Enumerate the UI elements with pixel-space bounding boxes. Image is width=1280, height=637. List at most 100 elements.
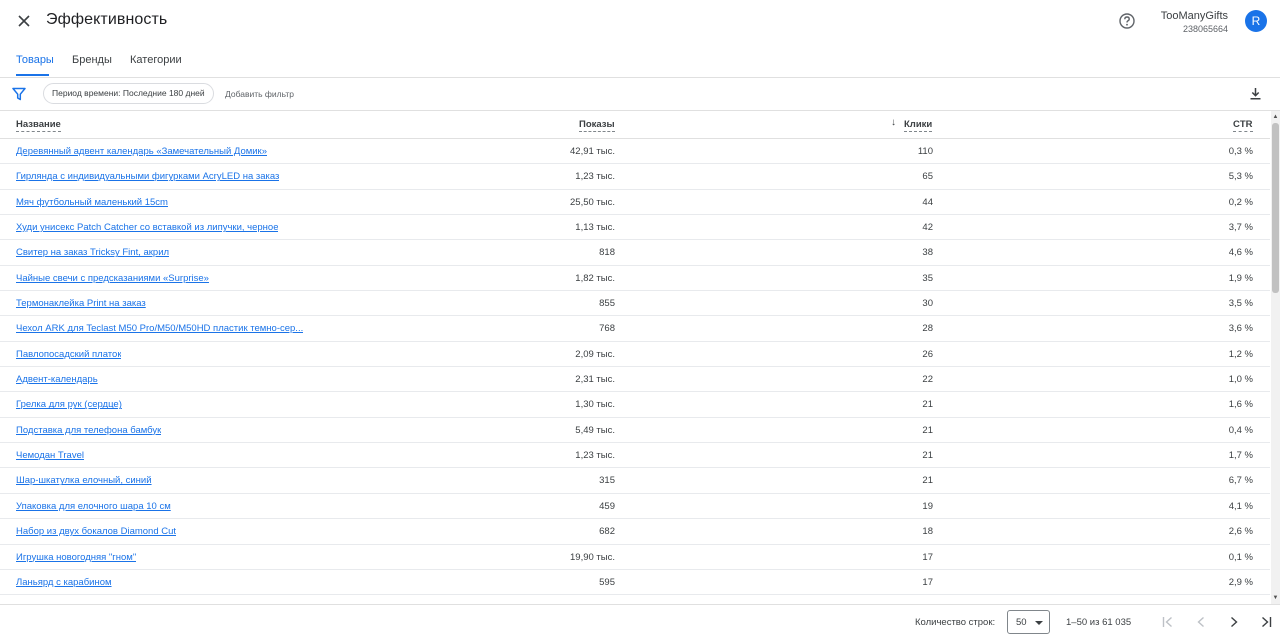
tab-products[interactable]: Товары <box>16 54 54 66</box>
table-row[interactable]: Деревянный адвент календарь «Замечательн… <box>0 139 1270 165</box>
product-name-link[interactable]: Свитер на заказ Tricksy Fint, акрил <box>16 247 169 258</box>
impressions-value: 682 <box>599 526 615 538</box>
clicks-value: 21 <box>922 450 933 462</box>
table-row[interactable]: Ланьярд с карабином 595 17 2,9 % <box>0 570 1270 596</box>
product-name-link[interactable]: Чайные свечи с предсказаниями «Surprise» <box>16 273 209 284</box>
add-filter-button[interactable]: Добавить фильтр <box>225 89 294 99</box>
table-row[interactable]: Свитер на заказ Tricksy Fint, акрил 818 38… <box>0 240 1270 266</box>
product-name-link[interactable]: Адвент-календарь <box>16 374 98 385</box>
ctr-value: 0,2 % <box>1228 196 1253 208</box>
pagination-range: 1–50 из 61 035 <box>1066 617 1132 628</box>
impressions-value: 315 <box>599 475 615 487</box>
table-header: Название Показы ↓ Клики CTR <box>0 111 1270 139</box>
table-row[interactable]: Подставка для телефона бамбук 5,49 тыс. 21… <box>0 418 1270 444</box>
scroll-up-icon[interactable]: ▲ <box>1272 113 1279 121</box>
table-row[interactable]: Упаковка для елочного шара 10 см 459 19 4,1… <box>0 494 1270 520</box>
chevron-down-icon <box>1035 621 1043 625</box>
table-row[interactable]: Мяч футбольный маленький 15cm 25,50 тыс. 4… <box>0 190 1270 216</box>
table-row[interactable]: Термонаклейка Print на заказ 855 30 3,5 % <box>0 291 1270 317</box>
product-name-link[interactable]: Подставка для телефона бамбук <box>16 425 161 436</box>
product-name-link[interactable]: Деревянный адвент календарь «Замечательн… <box>16 146 267 157</box>
filter-bar: Период времени: Последние 180 дней Добав… <box>0 78 1280 111</box>
clicks-value: 18 <box>922 526 933 538</box>
pagination-footer: Количество строк: 50 1–50 из 61 035 <box>0 604 1280 637</box>
ctr-value: 4,6 % <box>1228 247 1253 259</box>
rows-per-page-value: 50 <box>1016 617 1027 628</box>
table-row[interactable]: Набор из двух бокалов Diamond Cut 682 18 2,… <box>0 519 1270 545</box>
table-row[interactable]: Гирлянда с индивидуальными фигурками Acr… <box>0 164 1270 190</box>
ctr-value: 1,7 % <box>1228 450 1253 462</box>
table-row[interactable]: Шар-шкатулка елочный, синий 315 21 6,7 % <box>0 468 1270 494</box>
account-id: 238065664 <box>1182 24 1228 34</box>
impressions-value: 1,23 тыс. <box>575 450 615 462</box>
page-title: Эффективность <box>46 11 168 28</box>
next-page-icon[interactable] <box>1227 615 1241 629</box>
product-name-link[interactable]: Мяч футбольный маленький 15cm <box>16 197 168 208</box>
impressions-value: 459 <box>599 500 615 512</box>
prev-page-icon[interactable] <box>1194 615 1208 629</box>
ctr-value: 2,9 % <box>1228 576 1253 588</box>
product-name-link[interactable]: Чемодан Travel <box>16 450 84 461</box>
clicks-value: 110 <box>917 146 933 157</box>
active-tab-indicator <box>16 74 49 76</box>
product-name-link[interactable]: Чехол ARK для Teclast M50 Pro/M50/M50HD … <box>16 323 303 334</box>
column-header-impressions[interactable]: Показы <box>579 119 615 132</box>
table-row[interactable]: Чехол ARK для Teclast M50 Pro/M50/M50HD … <box>0 316 1270 342</box>
impressions-value: 2,31 тыс. <box>575 374 615 386</box>
impressions-value: 5,49 тыс. <box>575 424 615 436</box>
table-row[interactable]: Игрушка новогодняя "гном" 19,90 тыс. 17 0,1… <box>0 545 1270 570</box>
ctr-value: 3,7 % <box>1228 222 1253 234</box>
ctr-value: 0,4 % <box>1228 424 1253 436</box>
first-page-icon[interactable] <box>1161 615 1175 629</box>
column-header-name[interactable]: Название <box>16 119 61 132</box>
table-row[interactable]: Павлопосадский платок 2,09 тыс. 26 1,2 % <box>0 342 1270 368</box>
impressions-value: 42,91 тыс. <box>570 146 615 157</box>
tab-categories[interactable]: Категории <box>130 54 182 66</box>
column-header-ctr[interactable]: CTR <box>1233 119 1253 132</box>
product-name-link[interactable]: Термонаклейка Print на заказ <box>16 298 146 309</box>
download-icon[interactable] <box>1248 86 1263 101</box>
ctr-value: 1,6 % <box>1228 399 1253 411</box>
table-row[interactable]: Адвент-календарь 2,31 тыс. 22 1,0 % <box>0 367 1270 393</box>
clicks-value: 35 <box>922 272 933 284</box>
product-name-link[interactable]: Гирлянда с индивидуальными фигурками Acr… <box>16 171 279 182</box>
scroll-down-icon[interactable]: ▼ <box>1272 594 1279 602</box>
avatar[interactable]: R <box>1245 10 1267 32</box>
account-info: TooManyGifts 238065664 <box>1161 10 1228 35</box>
last-page-icon[interactable] <box>1259 615 1273 629</box>
impressions-value: 19,90 тыс. <box>570 551 615 563</box>
filter-icon[interactable] <box>12 87 26 101</box>
table-row[interactable]: Чайные свечи с предсказаниями «Surprise»… <box>0 266 1270 292</box>
product-name-link[interactable]: Набор из двух бокалов Diamond Cut <box>16 526 176 537</box>
table-row[interactable]: Худи унисекс Patch Catcher со вставкой и… <box>0 215 1270 241</box>
table-row[interactable]: Грелка для рук (сердце) 1,30 тыс. 21 1,6 % <box>0 392 1270 418</box>
column-header-clicks[interactable]: Клики <box>904 119 933 132</box>
table-scrollbar[interactable]: ▲ ▼ <box>1271 111 1280 604</box>
table-row[interactable]: Чемодан Travel 1,23 тыс. 21 1,7 % <box>0 443 1270 469</box>
tab-brands[interactable]: Бренды <box>72 54 112 66</box>
product-name-link[interactable]: Павлопосадский платок <box>16 349 121 360</box>
impressions-value: 25,50 тыс. <box>570 196 615 208</box>
product-name-link[interactable]: Упаковка для елочного шара 10 см <box>16 501 171 512</box>
clicks-value: 30 <box>922 298 933 310</box>
date-range-filter-chip[interactable]: Период времени: Последние 180 дней <box>43 83 214 104</box>
close-icon[interactable] <box>13 10 35 32</box>
ctr-value: 1,2 % <box>1228 348 1253 360</box>
product-name-link[interactable]: Ланьярд с карабином <box>16 577 112 588</box>
ctr-value: 0,3 % <box>1228 146 1253 157</box>
impressions-value: 768 <box>599 323 615 335</box>
rows-per-page-label: Количество строк: <box>915 617 996 628</box>
sort-descending-icon: ↓ <box>891 117 896 128</box>
product-name-link[interactable]: Шар-шкатулка елочный, синий <box>16 475 152 486</box>
help-icon[interactable] <box>1118 12 1136 30</box>
impressions-value: 1,13 тыс. <box>575 222 615 234</box>
clicks-value: 19 <box>922 500 933 512</box>
ctr-value: 3,5 % <box>1228 298 1253 310</box>
scroll-thumb[interactable] <box>1272 123 1279 293</box>
clicks-value: 26 <box>922 348 933 360</box>
product-name-link[interactable]: Игрушка новогодняя "гном" <box>16 552 136 563</box>
product-name-link[interactable]: Худи унисекс Patch Catcher со вставкой и… <box>16 222 278 233</box>
product-name-link[interactable]: Грелка для рук (сердце) <box>16 399 122 410</box>
rows-per-page-select[interactable]: 50 <box>1007 610 1050 634</box>
ctr-value: 3,6 % <box>1228 323 1253 335</box>
